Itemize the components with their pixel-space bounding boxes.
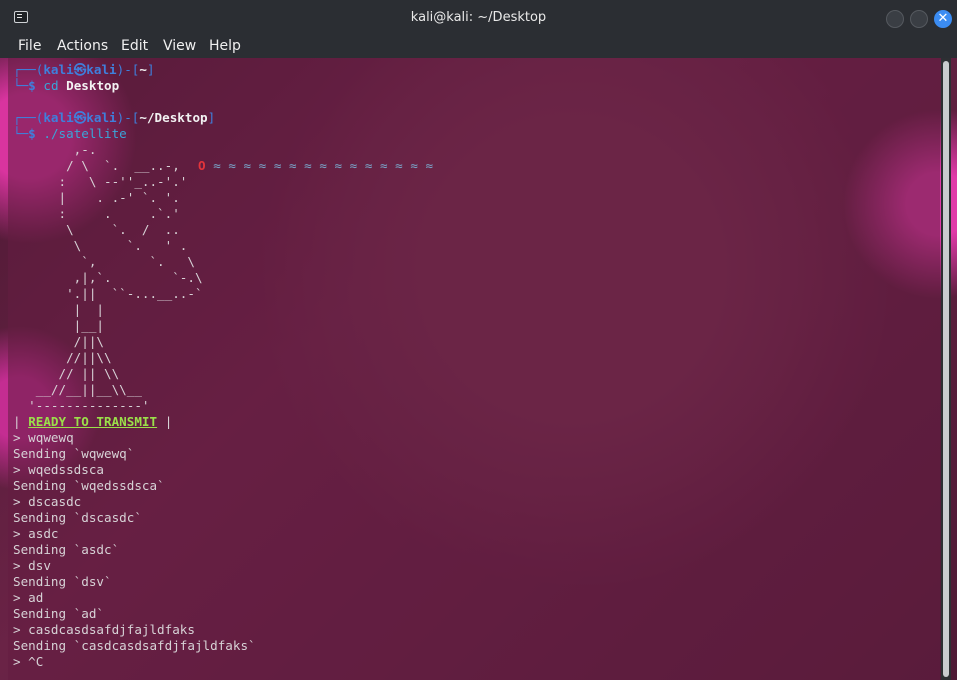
ascii-line: ,-.: [13, 142, 97, 157]
ascii-line: \ `. ' .: [13, 238, 188, 253]
window-title: kali@kali: ~/Desktop: [410, 10, 547, 25]
ascii-line: '--------------': [13, 398, 150, 413]
output-line: Sending `wqwewq`: [13, 446, 135, 461]
output-line: Sending `dscasdc`: [13, 510, 142, 525]
input-line: > ad: [13, 590, 44, 605]
input-line: > wqedssdsca: [13, 462, 104, 477]
ascii-line: __//__||__\\__: [13, 382, 142, 397]
ascii-line: \ `. / ..: [13, 222, 180, 237]
ascii-line: : \ --''_..-'.': [13, 174, 188, 189]
terminal-window: kali@kali: ~/Desktop ✕ File Actions Edit…: [0, 0, 957, 680]
input-line: > dscasdc: [13, 494, 82, 509]
command-line: └─$ ./satellite: [13, 126, 127, 141]
input-line: > wqwewq: [13, 430, 74, 445]
input-line: > dsv: [13, 558, 51, 573]
input-line: > casdcasdsafdjfajldfaks: [13, 622, 195, 637]
ascii-line: | |: [13, 302, 104, 317]
ascii-line: | . .-' `. '.: [13, 190, 180, 205]
ascii-line: ,|,`. `-.\: [13, 270, 203, 285]
output-line: Sending `asdc`: [13, 542, 120, 557]
output-line: Sending `dsv`: [13, 574, 112, 589]
terminal-output[interactable]: ┌──(kali㉿kali)-[~] └─$ cd Desktop ┌──(ka…: [8, 58, 940, 680]
close-icon: ✕: [937, 11, 949, 26]
prompt-line: ┌──(kali㉿kali)-[~/Desktop]: [13, 110, 216, 125]
ascii-line: '.|| ``-...__..-`: [13, 286, 203, 301]
prompt-line: ┌──(kali㉿kali)-[~]: [13, 62, 155, 77]
minimize-button[interactable]: [886, 10, 904, 28]
ascii-line: |__|: [13, 318, 104, 333]
ascii-line: `, `. \: [13, 254, 195, 269]
ascii-line: : . .`.': [13, 206, 180, 221]
maximize-button[interactable]: [910, 10, 928, 28]
menu-bar: File Actions Edit View Help: [0, 36, 957, 58]
output-line: Sending `casdcasdsafdjfajldfaks`: [13, 638, 256, 653]
ready-badge: READY TO TRANSMIT: [28, 414, 158, 429]
menu-view[interactable]: View: [163, 38, 196, 54]
output-line: Sending `wqedssdsca`: [13, 478, 165, 493]
menu-actions[interactable]: Actions: [57, 38, 108, 54]
ascii-line: //||\\: [13, 350, 112, 365]
scrollbar-thumb[interactable]: [943, 61, 949, 677]
input-line: > ^C: [13, 654, 44, 669]
signal-waves: O ≈ ≈ ≈ ≈ ≈ ≈ ≈ ≈ ≈ ≈ ≈ ≈ ≈ ≈ ≈: [198, 158, 434, 173]
ascii-line: /||\: [13, 334, 104, 349]
menu-edit[interactable]: Edit: [121, 38, 148, 54]
ascii-line: / \ `. __..-,: [13, 158, 180, 173]
menu-file[interactable]: File: [18, 38, 41, 54]
menu-help[interactable]: Help: [209, 38, 241, 54]
command-line: └─$ cd Desktop: [13, 78, 120, 93]
input-line: > asdc: [13, 526, 59, 541]
status-line: | READY TO TRANSMIT |: [13, 414, 173, 429]
scrollbar[interactable]: [941, 58, 951, 680]
dish-tip: O: [198, 158, 206, 173]
ascii-line: // || \\: [13, 366, 120, 381]
close-button[interactable]: ✕: [934, 10, 952, 28]
title-bar[interactable]: kali@kali: ~/Desktop ✕: [0, 0, 957, 36]
output-line: Sending `ad`: [13, 606, 104, 621]
